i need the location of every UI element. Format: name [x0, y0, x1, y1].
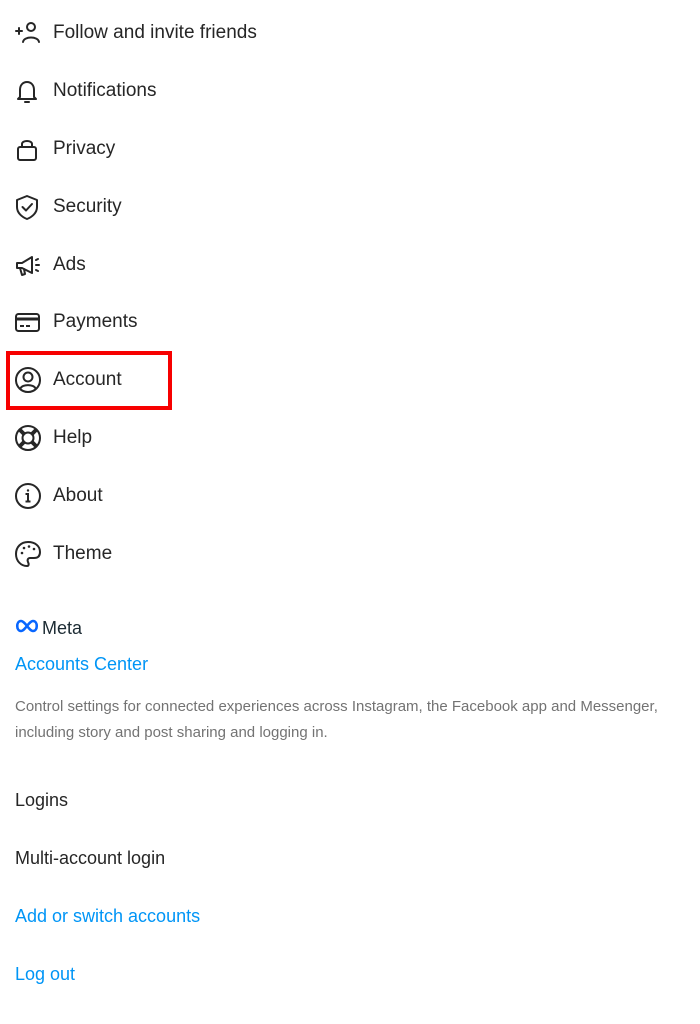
megaphone-icon [14, 251, 42, 279]
accounts-center-description: Control settings for connected experienc… [15, 698, 658, 741]
palette-icon [14, 540, 42, 568]
menu-item-privacy[interactable]: Privacy [14, 134, 115, 164]
menu-item-ads[interactable]: Ads [14, 250, 86, 280]
info-icon [14, 482, 42, 510]
accounts-center-link[interactable]: Accounts Center [15, 654, 148, 675]
menu-item-label: Follow and invite friends [53, 22, 257, 43]
menu-item-about[interactable]: About [14, 481, 103, 511]
menu-item-payments[interactable]: Payments [14, 307, 137, 337]
menu-item-label: Security [53, 196, 122, 217]
menu-item-label: Ads [53, 254, 86, 275]
logins-heading: Logins [15, 790, 69, 810]
meta-infinity-icon [14, 618, 40, 639]
menu-item-help[interactable]: Help [14, 423, 92, 453]
menu-item-label: Notifications [53, 80, 157, 101]
add-person-icon [14, 19, 42, 47]
lock-icon [14, 135, 42, 163]
meta-logo: Meta [14, 618, 82, 638]
menu-item-follow-invite[interactable]: Follow and invite friends [14, 18, 257, 48]
add-switch-accounts-link[interactable]: Add or switch accounts [15, 906, 200, 927]
shield-check-icon [14, 193, 42, 221]
menu-item-security[interactable]: Security [14, 192, 122, 222]
credit-card-icon [14, 308, 42, 336]
log-out-link[interactable]: Log out [15, 964, 75, 985]
menu-item-label: Theme [53, 543, 113, 564]
lifebuoy-icon [14, 424, 42, 452]
bell-icon [14, 77, 42, 105]
multi-account-login-button[interactable]: Multi-account login [15, 848, 165, 869]
menu-item-account[interactable]: Account [14, 365, 122, 395]
menu-item-label: Account [53, 369, 122, 390]
menu-item-label: Payments [53, 311, 138, 332]
menu-item-label: About [53, 485, 103, 506]
menu-item-label: Help [53, 427, 93, 448]
menu-item-theme[interactable]: Theme [14, 539, 112, 569]
meta-brand-text: Meta [42, 617, 83, 638]
menu-item-label: Privacy [53, 138, 116, 159]
user-circle-icon [14, 366, 42, 394]
menu-item-notifications[interactable]: Notifications [14, 76, 157, 106]
